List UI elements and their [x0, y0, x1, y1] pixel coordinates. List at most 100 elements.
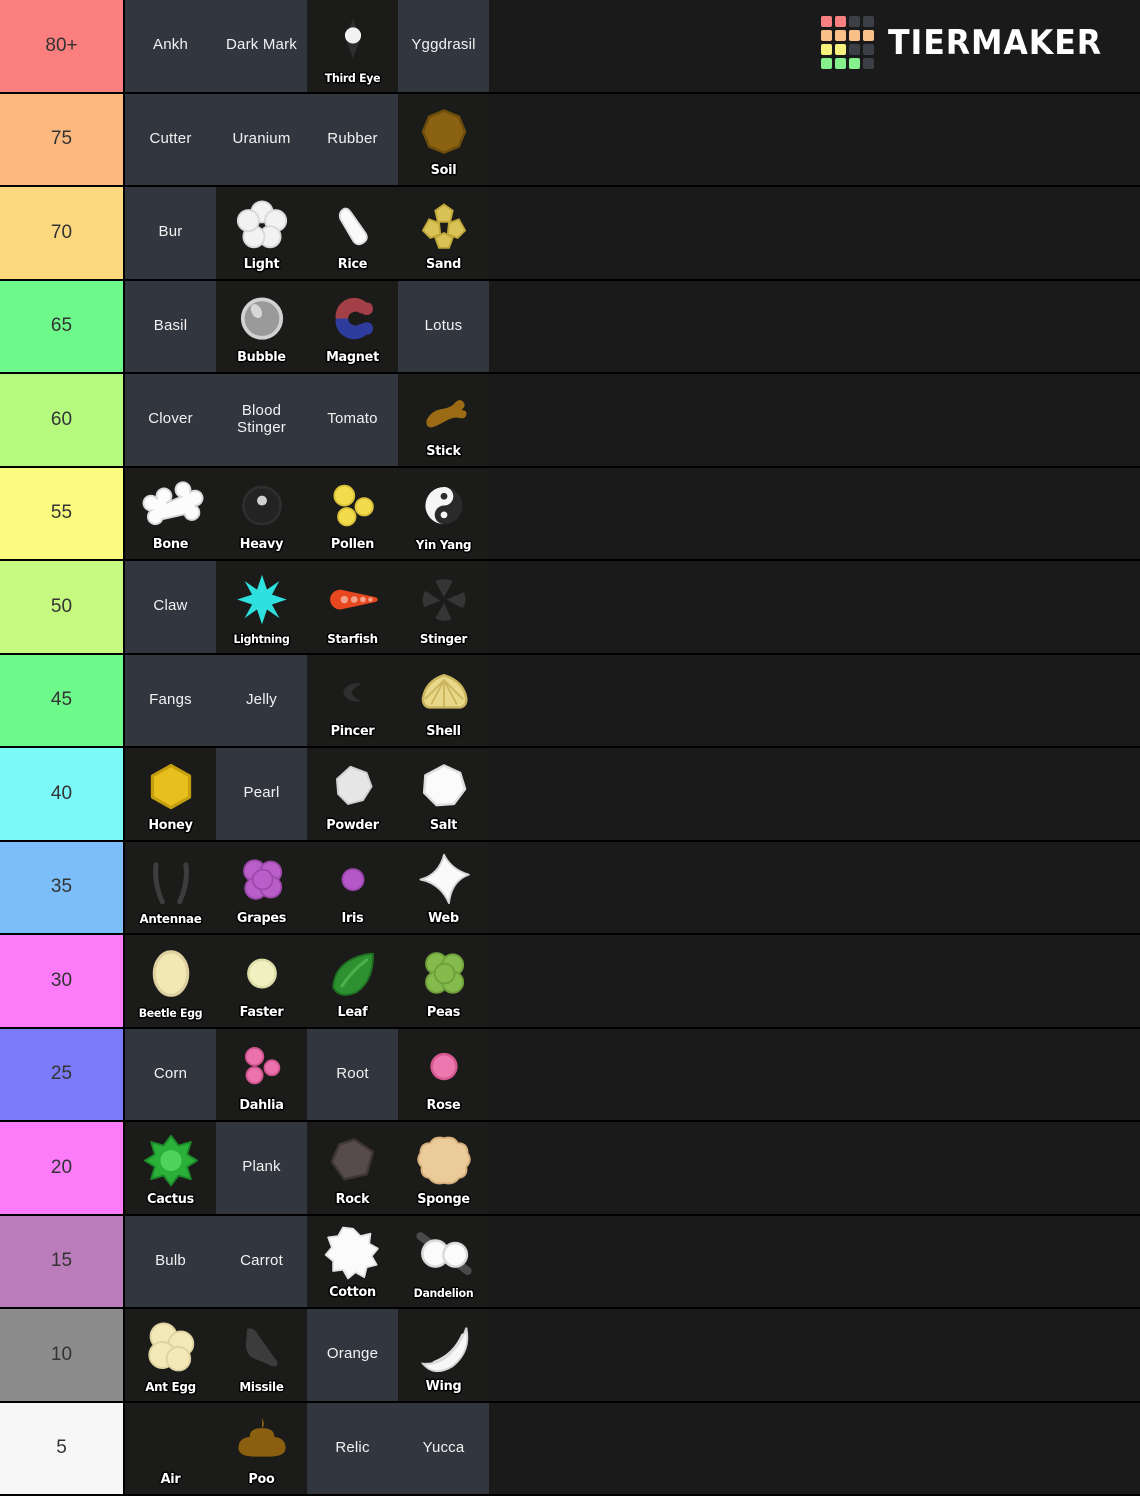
- tier-item[interactable]: Bur: [125, 187, 216, 279]
- tier-item-caption: Shell: [426, 723, 461, 739]
- tier-label-55[interactable]: 55: [0, 467, 125, 559]
- tier-label-75[interactable]: 75: [0, 93, 125, 185]
- powder-icon: [322, 755, 384, 817]
- tier-item[interactable]: Tomato: [307, 374, 398, 466]
- logo-cell-6: [848, 30, 860, 41]
- tier-item[interactable]: Web: [398, 841, 489, 933]
- tier-item[interactable]: Yucca: [398, 1402, 489, 1494]
- tier-item[interactable]: Honey: [125, 748, 216, 840]
- tier-label-10[interactable]: 10: [0, 1309, 125, 1401]
- rose-icon: [413, 1036, 475, 1098]
- tier-item[interactable]: Dahlia: [216, 1028, 307, 1120]
- tier-label-30[interactable]: 30: [0, 935, 125, 1027]
- tier-label-40[interactable]: 40: [0, 748, 125, 840]
- tier-item[interactable]: Rice: [307, 187, 398, 279]
- tier-item[interactable]: Dandelion: [398, 1215, 489, 1307]
- tier-label-50[interactable]: 50: [0, 561, 125, 653]
- tier-item[interactable]: Ant Egg: [125, 1309, 216, 1401]
- logo-cell-10: [848, 44, 860, 55]
- tier-item[interactable]: Powder: [307, 748, 398, 840]
- tier-item[interactable]: Soil: [398, 93, 489, 185]
- tier-item[interactable]: Plank: [216, 1122, 307, 1214]
- pincer-icon: [322, 662, 384, 724]
- tier-label-35[interactable]: 35: [0, 841, 125, 933]
- tier-item[interactable]: Carrot: [216, 1215, 307, 1307]
- tier-item[interactable]: Orange: [307, 1309, 398, 1401]
- logo-cell-0: [820, 16, 832, 27]
- wing-icon: [413, 1316, 475, 1378]
- tier-item[interactable]: Rose: [398, 1028, 489, 1120]
- tier-label-20[interactable]: 20: [0, 1122, 125, 1214]
- tier-rows: 80+ Ankh Dark Mark Third Eye Yggdrasil 75 Cutt…: [0, 0, 1140, 1496]
- tier-item[interactable]: Antennae: [125, 841, 216, 933]
- tier-item[interactable]: Iris: [307, 841, 398, 933]
- magnet-icon: [322, 288, 384, 350]
- tier-item-caption: Cactus: [147, 1190, 194, 1207]
- tiermaker-logo[interactable]: TIERMAKER: [820, 16, 1118, 69]
- tier-item[interactable]: Sand: [398, 187, 489, 279]
- tier-item[interactable]: Wing: [398, 1309, 489, 1401]
- tier-item[interactable]: Peas: [398, 935, 489, 1027]
- tier-item[interactable]: Yin Yang: [398, 467, 489, 559]
- tier-item[interactable]: Bone: [125, 467, 216, 559]
- tier-label-70[interactable]: 70: [0, 187, 125, 279]
- tier-item-caption: Poo: [248, 1471, 275, 1487]
- tier-item[interactable]: Third Eye: [307, 0, 398, 92]
- tier-item-label: Claw: [153, 597, 188, 615]
- tier-item-caption: Magnet: [326, 349, 379, 365]
- tier-item[interactable]: Pearl: [216, 748, 307, 840]
- tier-item[interactable]: Ankh: [125, 0, 216, 92]
- tier-item[interactable]: Fangs: [125, 654, 216, 746]
- tier-item[interactable]: Shell: [398, 654, 489, 746]
- tier-label-15[interactable]: 15: [0, 1215, 125, 1307]
- tier-item[interactable]: Starfish: [307, 561, 398, 653]
- tier-item[interactable]: Beetle Egg: [125, 935, 216, 1027]
- tier-item[interactable]: Bulb: [125, 1215, 216, 1307]
- tier-item[interactable]: Grapes: [216, 841, 307, 933]
- tier-item[interactable]: Corn: [125, 1028, 216, 1120]
- heavy-icon: [231, 475, 293, 537]
- tier-item[interactable]: Clover: [125, 374, 216, 466]
- tier-item[interactable]: Sponge: [398, 1122, 489, 1214]
- tier-item[interactable]: Dark Mark: [216, 0, 307, 92]
- tier-item[interactable]: Missile: [216, 1309, 307, 1401]
- tier-item[interactable]: Cotton: [307, 1215, 398, 1307]
- tier-item[interactable]: Blood Stinger: [216, 374, 307, 466]
- tier-label-25[interactable]: 25: [0, 1028, 125, 1120]
- tier-item[interactable]: Relic: [307, 1402, 398, 1494]
- tier-item[interactable]: Yggdrasil: [398, 0, 489, 92]
- tier-item[interactable]: Rubber: [307, 93, 398, 185]
- tier-item[interactable]: Salt: [398, 748, 489, 840]
- tier-item[interactable]: Stick: [398, 374, 489, 466]
- tier-item[interactable]: Basil: [125, 280, 216, 372]
- tier-label-45[interactable]: 45: [0, 654, 125, 746]
- tier-item[interactable]: Air: [125, 1402, 216, 1494]
- tier-item[interactable]: Rock: [307, 1122, 398, 1214]
- tier-label-5[interactable]: 5: [0, 1402, 125, 1494]
- tier-item[interactable]: Cutter: [125, 93, 216, 185]
- tier-item[interactable]: Light: [216, 187, 307, 279]
- tier-item[interactable]: Root: [307, 1028, 398, 1120]
- tier-label-65[interactable]: 65: [0, 280, 125, 372]
- tier-item[interactable]: Uranium: [216, 93, 307, 185]
- tier-label-80plus[interactable]: 80+: [0, 0, 125, 92]
- tier-item[interactable]: Jelly: [216, 654, 307, 746]
- tier-item[interactable]: Lotus: [398, 280, 489, 372]
- tier-item[interactable]: Stinger: [398, 561, 489, 653]
- tier-item[interactable]: Claw: [125, 561, 216, 653]
- logo-cell-14: [848, 58, 860, 69]
- lightning-icon: [231, 568, 293, 630]
- tier-item-caption: Yin Yang: [415, 537, 472, 552]
- tier-item[interactable]: Magnet: [307, 280, 398, 372]
- tier-item[interactable]: Leaf: [307, 935, 398, 1027]
- tier-item[interactable]: Bubble: [216, 280, 307, 372]
- tier-item[interactable]: Pollen: [307, 467, 398, 559]
- tier-item[interactable]: Faster: [216, 935, 307, 1027]
- tier-item[interactable]: Lightning: [216, 561, 307, 653]
- tier-item[interactable]: Heavy: [216, 467, 307, 559]
- tier-item[interactable]: Poo: [216, 1402, 307, 1494]
- tier-item[interactable]: Pincer: [307, 654, 398, 746]
- tier-item-caption: Bubble: [237, 349, 286, 365]
- tier-item[interactable]: Cactus: [125, 1122, 216, 1214]
- tier-label-60[interactable]: 60: [0, 374, 125, 466]
